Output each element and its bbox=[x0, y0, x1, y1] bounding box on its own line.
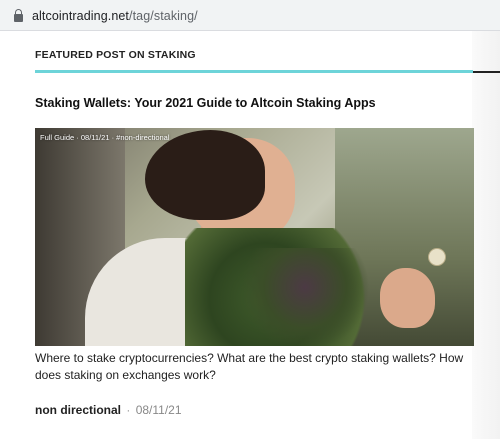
post-title-link[interactable]: Staking Wallets: Your 2021 Guide to Altc… bbox=[35, 96, 475, 110]
browser-url-bar: altcointrading.net/tag/staking/ bbox=[0, 0, 500, 31]
section-accent-rule bbox=[35, 70, 473, 73]
author-link[interactable]: non directional bbox=[35, 403, 121, 417]
featured-image[interactable]: Full Guide · 08/11/21 · #non-directional bbox=[35, 128, 474, 346]
scroll-area bbox=[472, 31, 500, 439]
meta-separator: · bbox=[126, 403, 131, 417]
divider bbox=[472, 71, 500, 73]
url-path: /tag/staking/ bbox=[129, 8, 198, 23]
section-title: FEATURED POST ON STAKING bbox=[35, 49, 196, 61]
address-field[interactable]: altcointrading.net/tag/staking/ bbox=[4, 4, 496, 27]
url-text[interactable]: altcointrading.net/tag/staking/ bbox=[32, 9, 198, 23]
image-overlay-caption: Full Guide · 08/11/21 · #non-directional bbox=[40, 133, 170, 142]
lock-icon[interactable] bbox=[10, 7, 28, 25]
post-excerpt: Where to stake cryptocurrencies? What ar… bbox=[35, 351, 464, 382]
url-host: altcointrading.net bbox=[32, 8, 130, 23]
coin-icon bbox=[428, 248, 446, 266]
post-meta: non directional · 08/11/21 bbox=[35, 403, 182, 417]
post-date: 08/11/21 bbox=[135, 403, 182, 417]
